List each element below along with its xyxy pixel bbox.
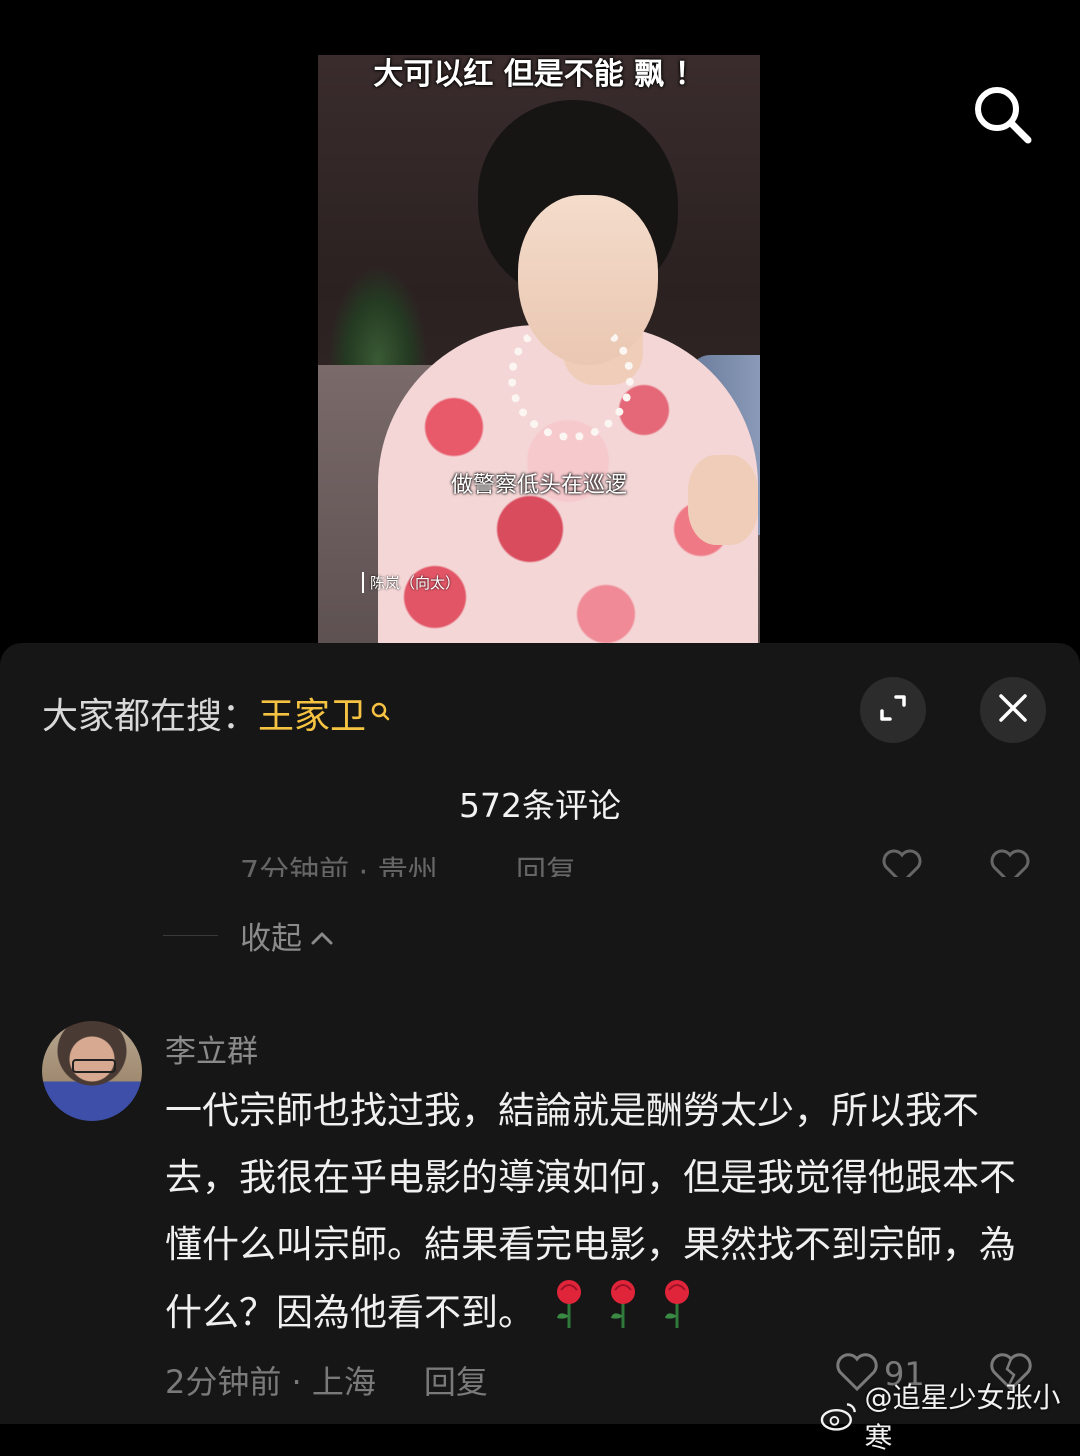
small-search-icon [370, 691, 390, 732]
video-subtitle: 做警察低头在巡逻 [450, 473, 627, 498]
rose-emoji-icon [657, 1278, 697, 1351]
comment-username[interactable]: 李立群 [165, 1026, 258, 1071]
trending-search-prefix: 大家都在搜： [42, 696, 259, 737]
comment-body: 一代宗師也找过我，結論就是酬勞太少，所以我不去，我很在乎电影的導演如何，但是我觉… [165, 1089, 1016, 1334]
comment-count-title: 572条评论 [459, 786, 621, 825]
comment-meta: 2分钟前 · 上海 回复 [165, 1357, 488, 1403]
avatar[interactable] [42, 1021, 142, 1121]
collapse-label: 收起 [240, 921, 302, 957]
rose-emoji-icon [603, 1278, 643, 1351]
chevron-up-icon [310, 918, 334, 954]
expand-button[interactable] [860, 677, 926, 743]
collapse-replies[interactable]: 收起 [163, 913, 334, 958]
close-icon [997, 692, 1029, 728]
video-top-caption: 大可以红 但是不能 飘 ！ [373, 57, 705, 92]
collapse-divider [163, 935, 218, 936]
weibo-watermark: @追星少女张小寒 [820, 1376, 1080, 1456]
video-player[interactable]: 大可以红 但是不能 飘 ！ 做警察低头在巡逻 陈岚（向太） [318, 55, 760, 645]
pearl-necklace [508, 315, 634, 441]
rose-emoji-icon [549, 1278, 589, 1351]
expand-icon [876, 691, 910, 729]
reply-button[interactable]: 回复 [424, 1357, 488, 1403]
previous-comment-meta: 7分钟前 · 贵州 回复 [240, 841, 1040, 877]
comment-time-location: 2分钟前 · 上海 [165, 1363, 376, 1401]
previous-comment-time: 7分钟前 · 贵州 [240, 855, 438, 877]
heart-icon[interactable] [880, 847, 924, 877]
watermark-text: @追星少女张小寒 [864, 1381, 1061, 1454]
close-button[interactable] [980, 677, 1046, 743]
broken-heart-icon[interactable] [988, 847, 1032, 877]
avatar-glasses [72, 1059, 116, 1073]
weibo-logo-icon [820, 1403, 856, 1431]
video-name-tag: 陈岚（向太） [362, 572, 460, 593]
trending-search-keyword[interactable]: 王家卫 [258, 687, 366, 739]
previous-comment-reply[interactable]: 回复 [516, 847, 576, 877]
trending-search[interactable]: 大家都在搜： 王家卫 [42, 687, 390, 739]
search-icon[interactable] [972, 84, 1032, 144]
comment-text: 一代宗師也找过我，結論就是酬勞太少，所以我不去，我很在乎电影的導演如何，但是我觉… [165, 1077, 1035, 1351]
comments-panel: 大家都在搜： 王家卫 572条评论 7分钟前 · 贵州 回复 收起 李立群 一代… [0, 643, 1080, 1454]
